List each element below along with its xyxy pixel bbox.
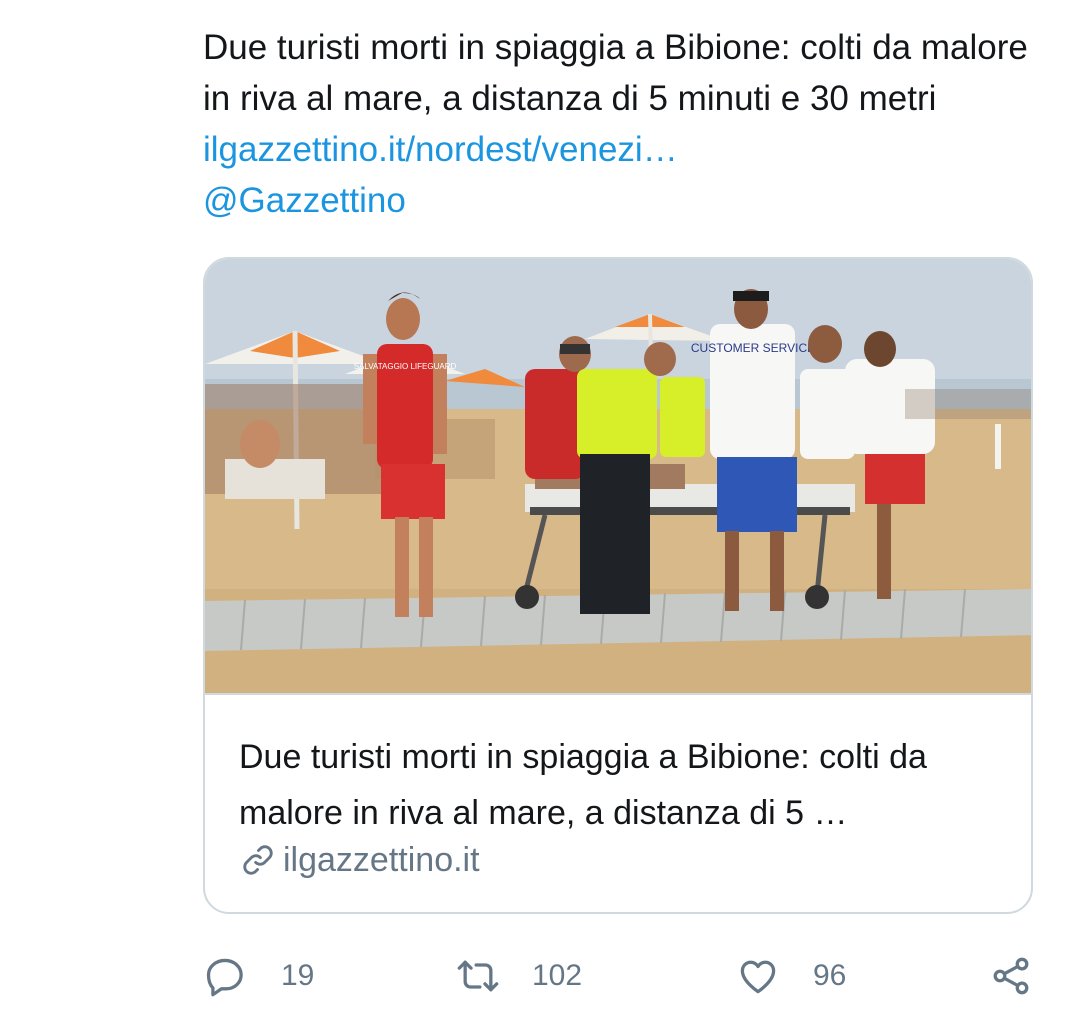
link-card[interactable]: SALVATAGGIO LIFEGUARD CUSTOMER SERVICE D… (203, 257, 1033, 914)
tweet-body: Due turisti morti in spiaggia a Bibione:… (203, 28, 1028, 118)
mention-link[interactable]: @Gazzettino (203, 181, 406, 220)
reply-icon (203, 954, 247, 998)
card-title[interactable]: Due turisti morti in spiaggia a Bibione:… (239, 729, 1009, 841)
service-shirt-text: CUSTOMER SERVICE (691, 341, 815, 355)
reply-count: 19 (281, 959, 315, 992)
card-image[interactable]: SALVATAGGIO LIFEGUARD CUSTOMER SERVICE (205, 259, 1031, 695)
lifeguard-shirt-text: SALVATAGGIO LIFEGUARD (354, 362, 457, 371)
tweet-text: Due turisti morti in spiaggia a Bibione:… (203, 22, 1043, 226)
reply-button[interactable]: 19 (203, 948, 314, 1004)
like-count: 96 (813, 959, 847, 992)
retweet-icon (456, 954, 500, 998)
card-domain-text: ilgazzettino.it (283, 841, 480, 879)
share-button[interactable] (989, 948, 1033, 1004)
tweet-actions: 19 102 96 (203, 948, 1043, 1004)
card-domain[interactable]: ilgazzettino.it (239, 835, 480, 885)
retweet-count: 102 (532, 959, 583, 992)
like-button[interactable]: 96 (736, 948, 846, 1004)
link-icon (239, 841, 277, 879)
retweet-button[interactable]: 102 (456, 948, 582, 1004)
share-icon (989, 954, 1033, 998)
tweet: Due turisti morti in spiaggia a Bibione:… (0, 0, 1080, 1031)
beach-rescue-photo: SALVATAGGIO LIFEGUARD CUSTOMER SERVICE (205, 259, 1031, 693)
heart-icon (736, 954, 780, 998)
tweet-link[interactable]: ilgazzettino.it/nordest/venezi… (203, 130, 678, 169)
